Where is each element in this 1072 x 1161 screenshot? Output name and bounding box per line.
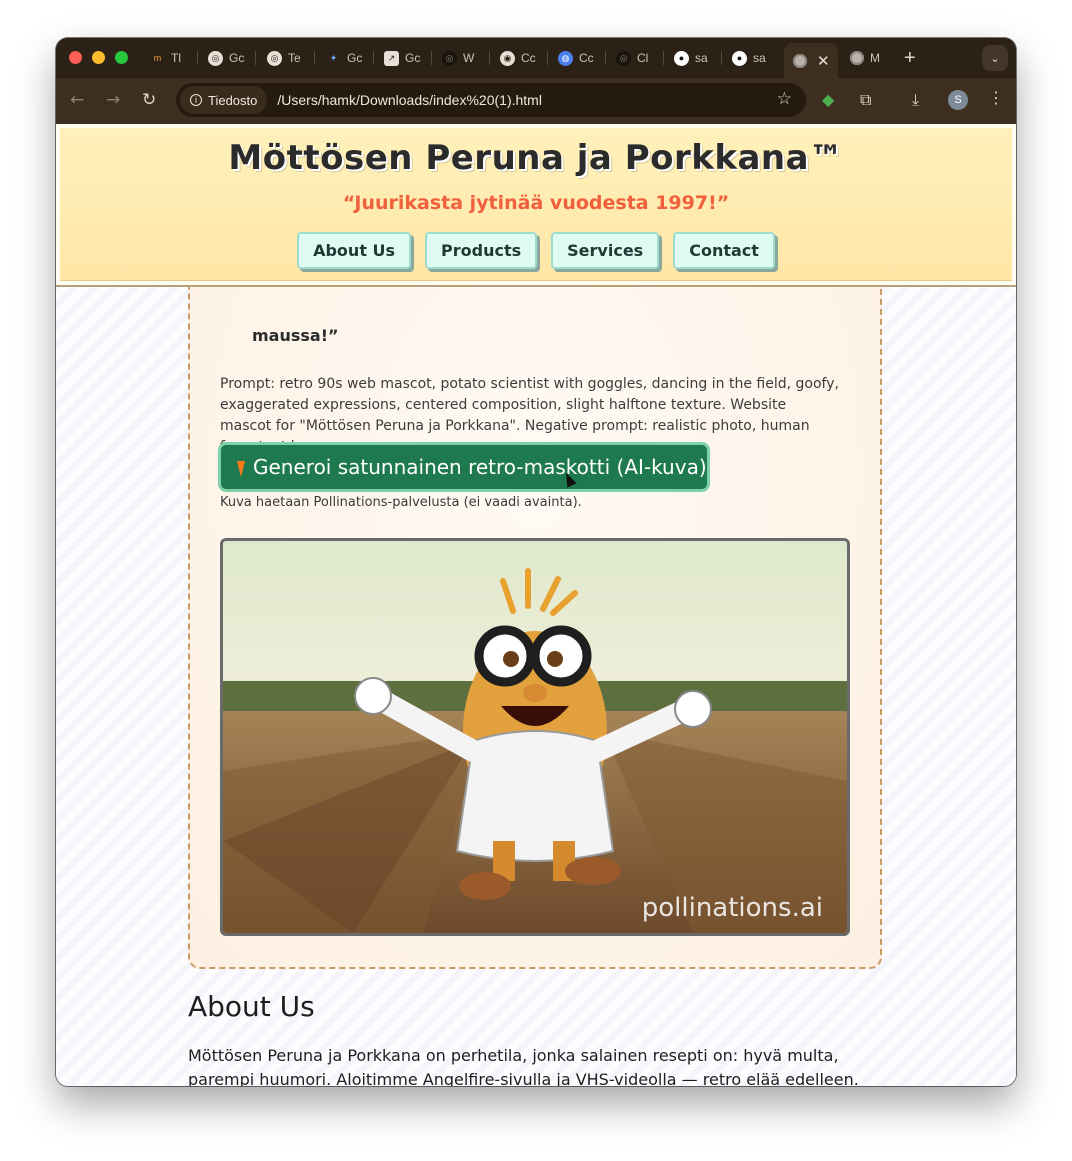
tab-strip: m Tl ◎ Gc ◎ Te ✦ Gc ↗ Gc ◎ W ◉ Cc ◍ Cc ◎ Cl ● sa ●… [56, 38, 1016, 78]
tab-icon: ◉ [500, 50, 515, 66]
menu-kebab-icon[interactable]: ⋮ [988, 88, 1004, 107]
github-icon: ● [732, 50, 747, 66]
tab-icon: ◍ [558, 50, 573, 66]
site-header: Möttösen Peruna ja Porkkana™ “Juurikasta… [56, 124, 1016, 287]
page-viewport: maussa!” Prompt: retro 90s web mascot, p… [56, 124, 1016, 1086]
site-title: Möttösen Peruna ja Porkkana™ [228, 138, 844, 178]
nav-products[interactable]: Products [425, 232, 538, 269]
generate-mascot-button[interactable]: Generoi satunnainen retro-maskotti (AI-k… [218, 442, 710, 492]
globe-icon [793, 53, 807, 68]
browser-tab[interactable]: ◎ Gc [208, 46, 258, 70]
pollinations-note: Kuva haetaan Pollinations-palvelusta (ei… [220, 495, 582, 510]
browser-tab[interactable]: ◍ Cc [558, 46, 608, 70]
back-arrow-icon[interactable]: ← [70, 90, 84, 110]
tab-search-chevron-icon[interactable]: ⌄ [982, 45, 1008, 71]
tab-label: W [463, 51, 475, 65]
site-tagline: “Juurikasta jytinää vuodesta 1997!” [342, 192, 730, 214]
openai-icon: ◎ [616, 50, 631, 66]
tab-label: M [870, 51, 880, 65]
about-heading: About Us [188, 990, 315, 1023]
openai-icon: ◎ [442, 50, 457, 66]
profile-avatar[interactable]: S [948, 90, 968, 110]
github-icon: ● [674, 50, 689, 66]
gemini-icon: ✦ [329, 52, 338, 63]
tab-icon: m [153, 53, 162, 63]
close-tab-icon[interactable]: ✕ [817, 52, 830, 70]
tab-label: Cc [579, 51, 594, 65]
tab-label: Te [288, 51, 301, 65]
nav-about-us[interactable]: About Us [297, 232, 412, 269]
maximize-window-button[interactable] [115, 51, 128, 64]
tab-label: sa [753, 51, 766, 65]
extensions-puzzle-icon[interactable]: ⧉ [860, 90, 871, 110]
browser-tab[interactable]: ● sa [674, 46, 724, 70]
site-info-chip[interactable]: i Tiedosto [180, 86, 268, 114]
reload-icon[interactable]: ↻ [142, 90, 156, 110]
browser-tab[interactable]: ◎ Cl [616, 46, 666, 70]
nav-services[interactable]: Services [551, 232, 660, 269]
nav-contact[interactable]: Contact [673, 232, 775, 269]
browser-tab[interactable]: ● sa [732, 46, 782, 70]
browser-tab[interactable]: ◉ Cc [500, 46, 550, 70]
main-nav: About Us Products Services Contact [56, 232, 1016, 269]
new-tab-button[interactable]: + [904, 47, 916, 70]
openai-icon: ◎ [208, 50, 223, 66]
close-window-button[interactable] [69, 51, 82, 64]
address-bar[interactable]: i Tiedosto /Users/hamk/Downloads/index%2… [176, 83, 806, 117]
info-icon: i [190, 94, 202, 106]
external-icon: ↗ [384, 50, 399, 66]
carrot-icon [237, 461, 245, 477]
generate-mascot-label: Generoi satunnainen retro-maskotti (AI-k… [253, 455, 707, 479]
security-chip-label: Tiedosto [208, 92, 258, 108]
browser-tab[interactable]: ✦ Gc [326, 46, 376, 70]
mascot-image: pollinations.ai [220, 538, 850, 936]
browser-tab[interactable]: M [850, 46, 900, 70]
browser-tab[interactable]: ◎ W [442, 46, 492, 70]
browser-tab[interactable]: ↗ Gc [384, 46, 434, 70]
forward-arrow-icon[interactable]: → [106, 90, 120, 110]
tab-label: Cc [521, 51, 536, 65]
tab-label: Cl [637, 51, 649, 65]
extension-icon[interactable]: ◆ [822, 90, 834, 109]
about-text: Möttösen Peruna ja Porkkana on perhetila… [188, 1046, 859, 1086]
quote-text: maussa!” [252, 326, 339, 345]
tab-label: Gc [347, 51, 363, 65]
active-tab[interactable]: ✕ [784, 43, 838, 78]
browser-window: m Tl ◎ Gc ◎ Te ✦ Gc ↗ Gc ◎ W ◉ Cc ◍ Cc ◎ Cl ● sa ●… [56, 38, 1016, 1086]
browser-tab[interactable]: m Tl [150, 46, 200, 70]
globe-icon [850, 51, 864, 65]
pollinations-watermark: pollinations.ai [642, 893, 823, 923]
url-text[interactable]: /Users/hamk/Downloads/index%20(1).html [277, 92, 542, 108]
mascot-illustration: pollinations.ai [223, 541, 847, 933]
browser-toolbar: ← → ↻ i Tiedosto /Users/hamk/Downloads/i… [56, 78, 1016, 124]
tab-label: sa [695, 51, 708, 65]
tab-label: Gc [405, 51, 421, 65]
minimize-window-button[interactable] [92, 51, 105, 64]
browser-tab[interactable]: ◎ Te [267, 46, 317, 70]
tab-label: Gc [229, 51, 245, 65]
tab-label: Tl [171, 51, 181, 65]
download-icon[interactable]: ⤓ [912, 90, 919, 110]
bookmark-star-icon[interactable]: ☆ [777, 89, 792, 109]
openai-icon: ◎ [267, 50, 282, 66]
